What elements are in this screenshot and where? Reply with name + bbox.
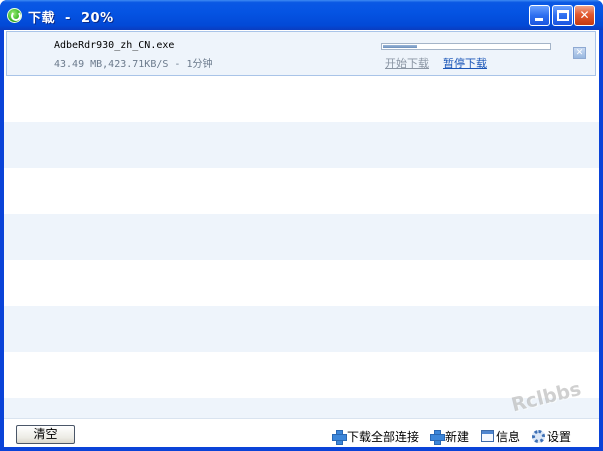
- info-icon: [481, 430, 494, 442]
- toolbar: 清空 下载全部连接 新建 信息 设置: [4, 418, 599, 447]
- list-row: [4, 260, 599, 306]
- close-button[interactable]: ✕: [574, 5, 595, 26]
- app-icon: [7, 8, 22, 23]
- file-name: AdbeRdr930_zh_CN.exe: [54, 40, 175, 51]
- download-window: 下载 - 20% ✕ AdbeRdr930_zh_CN.exe 43.49 MB…: [0, 0, 603, 451]
- list-row: [4, 352, 599, 398]
- maximize-icon: [557, 10, 569, 21]
- plus-icon: [430, 430, 445, 445]
- list-row: [4, 168, 599, 214]
- list-row: [4, 306, 599, 352]
- start-download-link[interactable]: 开始下载: [385, 55, 429, 71]
- progress-bar: [381, 43, 551, 50]
- info-label: 信息: [496, 430, 521, 444]
- pause-download-link[interactable]: 暂停下载: [443, 55, 487, 71]
- remove-item-icon[interactable]: ✕: [573, 47, 586, 59]
- list-row: [4, 76, 599, 122]
- maximize-button[interactable]: [552, 5, 573, 26]
- settings-label: 设置: [547, 430, 572, 444]
- download-item[interactable]: AdbeRdr930_zh_CN.exe 43.49 MB,423.71KB/S…: [6, 31, 596, 76]
- progress-fill: [383, 45, 417, 48]
- plus-icon: [332, 430, 347, 445]
- new-label: 新建: [445, 430, 470, 444]
- list-row: [4, 122, 599, 168]
- download-all-label: 下载全部连接: [347, 430, 420, 444]
- close-icon: ✕: [579, 8, 590, 22]
- minimize-button[interactable]: [529, 5, 550, 26]
- list-row: [4, 214, 599, 260]
- download-list[interactable]: AdbeRdr930_zh_CN.exe 43.49 MB,423.71KB/S…: [4, 30, 599, 418]
- gear-icon: [532, 430, 545, 443]
- window-title: 下载 - 20%: [28, 11, 114, 26]
- title-bar[interactable]: 下载 - 20% ✕: [0, 0, 603, 30]
- client-area: AdbeRdr930_zh_CN.exe 43.49 MB,423.71KB/S…: [4, 30, 599, 447]
- clear-button[interactable]: 清空: [16, 425, 75, 444]
- minimize-icon: [535, 18, 543, 21]
- file-status: 43.49 MB,423.71KB/S - 1分钟: [54, 59, 213, 70]
